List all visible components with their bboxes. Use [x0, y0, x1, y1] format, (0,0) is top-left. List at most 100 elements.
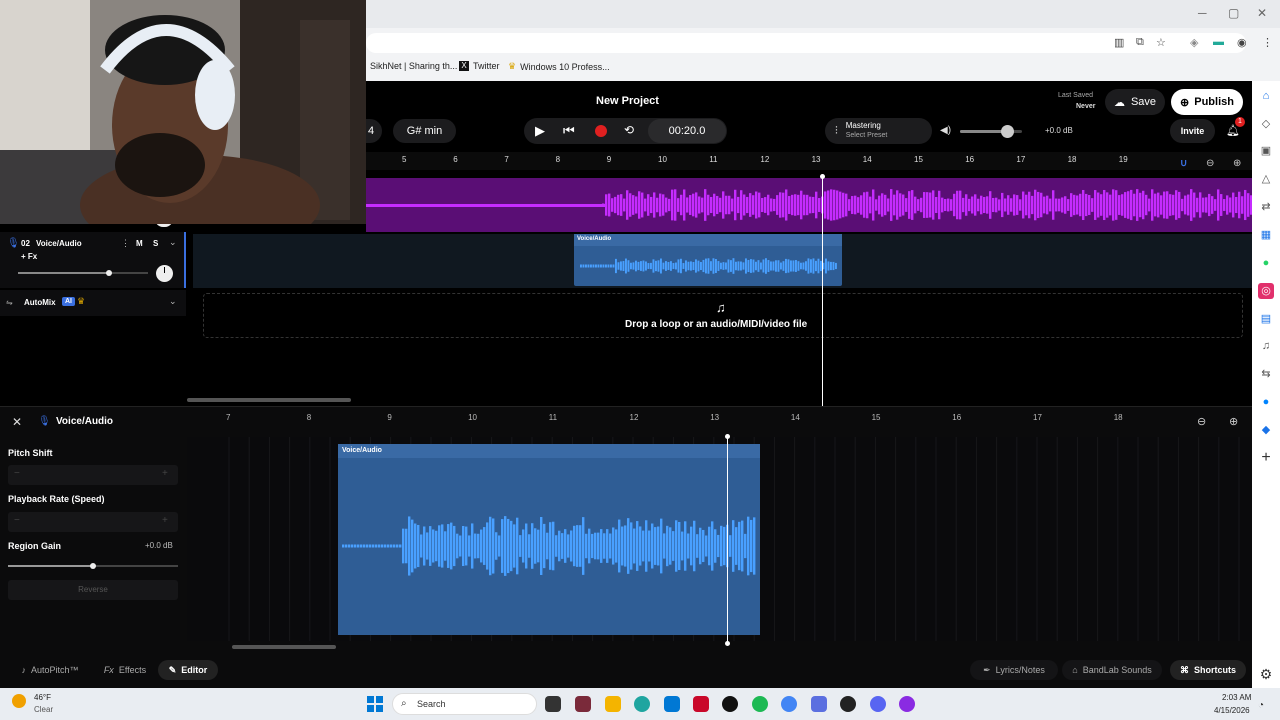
chrome-icon[interactable] [781, 696, 797, 712]
chart-icon[interactable]: ▤ [1258, 311, 1274, 327]
zoom-out-icon[interactable]: ⊖ [1206, 158, 1214, 169]
speaker-icon[interactable]: ◀) [940, 125, 951, 136]
bookmark-panel-icon[interactable]: ⌂ [1258, 88, 1274, 104]
instagram-icon[interactable]: ◎ [1258, 283, 1274, 299]
close-editor-icon[interactable]: ✕ [12, 415, 22, 429]
weather-desc[interactable]: Clear [34, 705, 53, 714]
lyrics-tab[interactable]: ✒ Lyrics/Notes [970, 660, 1058, 680]
editor-zoom-out-icon[interactable]: ⊖ [1197, 415, 1206, 428]
decrement-icon[interactable]: − [14, 515, 20, 526]
bell-panel-icon[interactable]: ♫ [1258, 338, 1274, 354]
region-gain-knob[interactable] [90, 563, 96, 569]
mute-button[interactable]: M [136, 239, 143, 248]
editor-playhead-line[interactable] [727, 437, 728, 643]
cast-icon[interactable]: ⧉ [1136, 36, 1144, 49]
track-expand-chevron-icon[interactable]: ⌄ [169, 237, 177, 248]
discord-icon[interactable] [870, 696, 886, 712]
pan-knob[interactable] [156, 265, 173, 282]
weather-temp[interactable]: 46°F [34, 693, 51, 702]
automix-chevron-icon[interactable]: ⌄ [169, 296, 177, 307]
add-panel-icon[interactable]: + [1258, 450, 1274, 466]
zoom-in-icon[interactable]: ⊕ [1233, 158, 1241, 169]
close-window-icon[interactable]: ✕ [1257, 6, 1267, 20]
mastering-button[interactable]: ⫶ Mastering Select Preset [825, 118, 932, 144]
record-icon[interactable] [595, 125, 607, 137]
shortcuts-button[interactable]: ⌘ Shortcuts [1170, 660, 1246, 680]
cube-icon[interactable]: ▣ [1258, 143, 1274, 159]
translate-icon[interactable]: ⇄ [1258, 199, 1274, 215]
playhead-handle[interactable] [820, 174, 825, 179]
magnet-snap-icon[interactable]: ∪ [1180, 158, 1187, 169]
app-icon-3[interactable] [811, 696, 827, 712]
key-button[interactable]: G# min [393, 119, 456, 143]
windows-start-icon[interactable] [367, 696, 383, 712]
skip-to-start-icon[interactable]: ⏮ [563, 123, 575, 139]
clock-date[interactable]: 4/15/2026 [1214, 706, 1250, 715]
extension-icon[interactable]: ◈ [1190, 36, 1198, 49]
editor-playhead-bottom-handle[interactable] [725, 641, 730, 646]
loop-icon[interactable]: ⟲ [624, 123, 634, 137]
menu-dots-icon[interactable]: ⋮ [1262, 36, 1273, 49]
increment-icon[interactable]: + [162, 515, 168, 526]
store-icon[interactable] [664, 696, 680, 712]
minimize-icon[interactable]: ─ [1198, 6, 1207, 20]
playback-rate-stepper[interactable]: − + [8, 512, 178, 532]
track-volume-knob[interactable] [106, 270, 112, 276]
task-view-icon[interactable] [545, 696, 561, 712]
increment-icon[interactable]: + [162, 468, 168, 479]
bookmark-star-icon[interactable]: ☆ [1156, 36, 1166, 49]
edge-icon[interactable] [634, 696, 650, 712]
autopitch-tab[interactable]: ♪ AutoPitch™ [8, 660, 92, 680]
bookmark-windows[interactable]: ♛ Windows 10 Profess... [508, 61, 610, 72]
spotify-icon[interactable] [752, 696, 768, 712]
bookmark-sikhnet[interactable]: SikhNet | Sharing th... [370, 61, 457, 71]
file-explorer-icon[interactable] [605, 696, 621, 712]
taskbar-search[interactable]: ⌕ Search [392, 693, 537, 715]
track-name[interactable]: Voice/Audio [36, 239, 82, 248]
reader-icon[interactable]: ▥ [1114, 36, 1124, 49]
reverse-button[interactable]: Reverse [8, 580, 178, 600]
app-icon-2[interactable] [722, 696, 738, 712]
calendar-icon[interactable]: ▦ [1258, 227, 1274, 243]
play-icon[interactable]: ▶ [535, 123, 545, 139]
region-gain-slider[interactable] [8, 563, 178, 569]
extension2-icon[interactable]: ▬ [1213, 36, 1224, 48]
pitch-shift-stepper[interactable]: − + [8, 465, 178, 485]
profile-icon[interactable]: ◉ [1237, 36, 1247, 49]
master-volume-knob[interactable] [1000, 125, 1014, 138]
time-display[interactable]: 00:20.0 [648, 119, 726, 143]
whatsapp-icon[interactable]: ● [1258, 255, 1274, 271]
solo-button[interactable]: S [153, 239, 158, 248]
messenger-icon[interactable]: ● [1258, 394, 1274, 410]
app-icon-4[interactable] [840, 696, 856, 712]
publish-button[interactable]: ⊕ Publish [1171, 89, 1243, 115]
bookmark-twitter[interactable]: X Twitter [459, 61, 500, 71]
add-fx-button[interactable]: + Fx [21, 252, 37, 261]
clock-time[interactable]: 2:03 AM [1222, 693, 1251, 702]
editor-zoom-in-icon[interactable]: ⊕ [1229, 415, 1238, 428]
notification-center-icon[interactable]: ◔ [1258, 700, 1264, 711]
nba-icon[interactable] [693, 696, 709, 712]
effects-tab[interactable]: Fx Effects [96, 660, 154, 680]
tag-icon[interactable]: ◇ [1258, 116, 1274, 132]
editor-playhead-top-handle[interactable] [725, 434, 730, 439]
app-icon-1[interactable] [575, 696, 591, 712]
drive-icon[interactable]: △ [1258, 171, 1274, 187]
headset-app-icon[interactable] [899, 696, 915, 712]
audio-region[interactable]: Voice/Audio [574, 234, 842, 286]
project-title[interactable]: New Project [596, 95, 659, 107]
track-volume-slider[interactable] [18, 270, 148, 276]
sounds-tab[interactable]: ⌂ BandLab Sounds [1062, 660, 1162, 680]
settings-gear-icon[interactable]: ⚙ [1258, 666, 1274, 682]
bird-icon[interactable]: ◆ [1258, 422, 1274, 438]
master-volume-slider[interactable] [960, 125, 1022, 138]
track-menu-icon[interactable]: ⋮ [121, 238, 130, 249]
horizontal-scrollbar[interactable] [187, 398, 351, 402]
invite-button[interactable]: Invite [1170, 119, 1215, 143]
decrement-icon[interactable]: − [14, 468, 20, 479]
editor-scrollbar[interactable] [232, 645, 336, 649]
maximize-icon[interactable]: ▢ [1228, 6, 1239, 20]
track-01-lane[interactable] [366, 178, 1253, 232]
editor-tab[interactable]: ✎ Editor [158, 660, 218, 680]
playhead-line[interactable] [822, 175, 823, 406]
